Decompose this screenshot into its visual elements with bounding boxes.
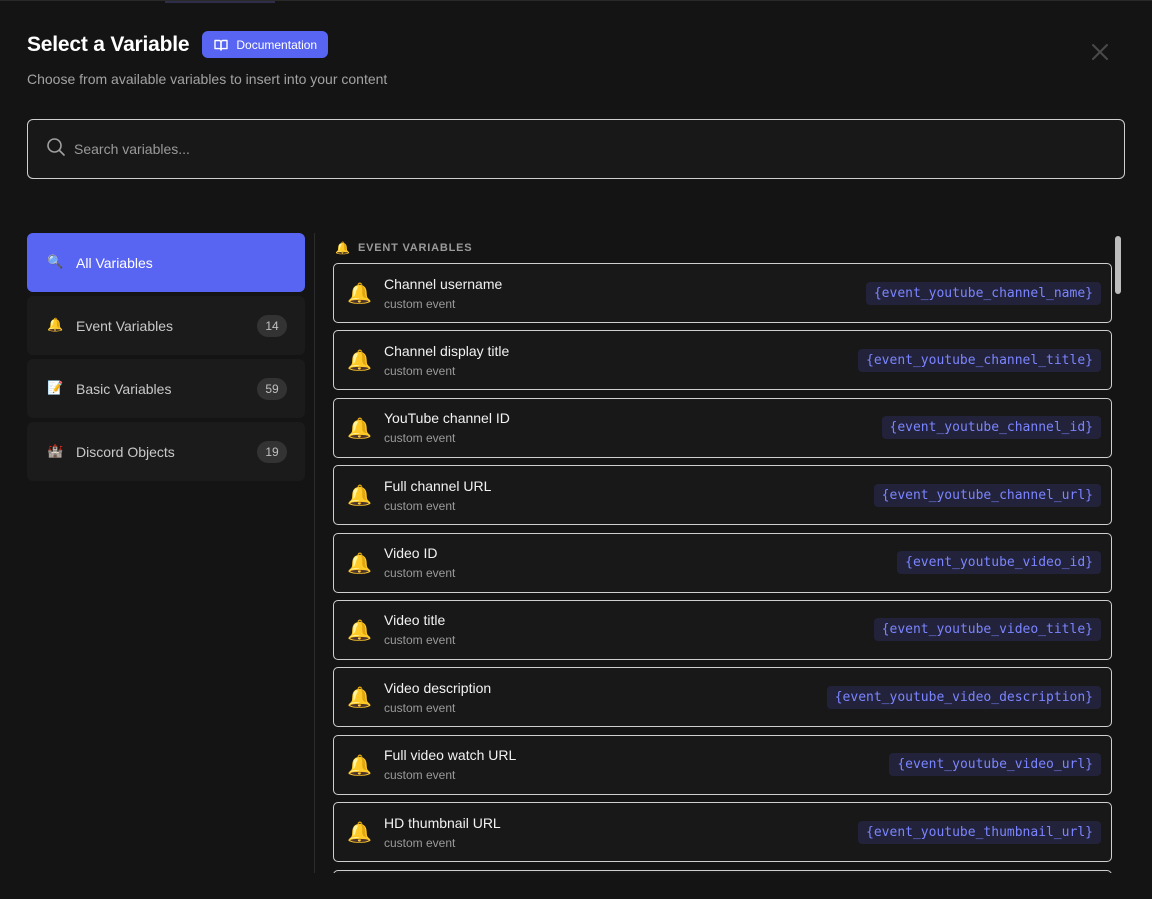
- bell-icon: 🔔: [347, 281, 372, 305]
- variable-item-youtube-channel-id[interactable]: 🔔 YouTube channel ID custom event {event…: [333, 397, 1112, 458]
- modal-subtitle: Choose from available variables to inser…: [27, 71, 388, 87]
- search-input[interactable]: [74, 141, 974, 157]
- sidebar-item-label: Event Variables: [76, 317, 174, 334]
- variable-code: {event_youtube_video_description}: [826, 685, 1101, 709]
- memo-icon: 📝: [47, 380, 64, 396]
- variable-code: {event_youtube_video_url}: [889, 753, 1101, 777]
- variable-code: {event_youtube_video_id}: [897, 551, 1101, 575]
- sidebar-item-event-variables[interactable]: 🔔 Event Variables 14: [27, 296, 305, 355]
- variable-source: custom event: [384, 768, 456, 783]
- panel-divider: [314, 233, 315, 873]
- bell-icon: 🔔: [347, 685, 372, 710]
- bell-icon: 🔔: [347, 483, 372, 508]
- sidebar-item-discord-objects[interactable]: 🏰 Discord Objects 19: [27, 422, 305, 481]
- variable-code: {event_youtube_video_title}: [873, 618, 1101, 642]
- variable-name: Full channel URL: [384, 477, 492, 494]
- magnifier-icon: 🔍: [47, 254, 64, 270]
- variable-name: Video title: [384, 612, 446, 629]
- bell-icon: 🔔: [347, 550, 372, 575]
- count-badge: 19: [257, 440, 287, 463]
- variable-source: custom event: [384, 363, 456, 378]
- variable-text: Channel display title custom event: [384, 343, 858, 378]
- variable-code: {event_youtube_channel_title}: [858, 348, 1101, 372]
- category-sidebar: 🔍 All Variables 🔔 Event Variables 14 📝 B…: [27, 233, 305, 485]
- sidebar-item-label: Discord Objects: [76, 443, 175, 460]
- variable-item-partial[interactable]: [333, 869, 1112, 873]
- bell-icon: 🔔: [47, 317, 64, 333]
- variable-text: Channel username custom event: [384, 276, 866, 311]
- modal-title: Select a Variable: [27, 32, 190, 56]
- documentation-button[interactable]: Documentation: [202, 31, 329, 58]
- close-icon: [1089, 44, 1111, 67]
- variable-source: custom event: [384, 633, 456, 648]
- variable-code: {event_youtube_channel_id}: [881, 416, 1101, 440]
- documentation-button-label: Documentation: [236, 37, 318, 52]
- variable-source: custom event: [384, 296, 456, 311]
- variable-text: Full channel URL custom event: [384, 478, 874, 513]
- variable-source: custom event: [384, 835, 456, 850]
- variable-item-full-video-watch-url[interactable]: 🔔 Full video watch URL custom event {eve…: [333, 734, 1112, 795]
- sidebar-item-all-variables[interactable]: 🔍 All Variables: [27, 233, 305, 292]
- close-button[interactable]: [1089, 41, 1111, 63]
- variable-text: Full video watch URL custom event: [384, 747, 889, 782]
- bell-icon: 🔔: [347, 752, 372, 777]
- variable-code: {event_youtube_channel_name}: [865, 281, 1101, 305]
- bell-icon: 🔔: [347, 348, 372, 373]
- variable-name: HD thumbnail URL: [384, 814, 501, 831]
- variable-name: Video description: [384, 679, 492, 696]
- variable-item-hd-thumbnail-url[interactable]: 🔔 HD thumbnail URL custom event {event_y…: [333, 802, 1112, 863]
- variable-name: Channel username: [384, 275, 503, 292]
- search-box: [27, 119, 1125, 179]
- sidebar-item-label: Basic Variables: [76, 380, 172, 397]
- variable-source: custom event: [384, 431, 456, 446]
- variable-source: custom event: [384, 566, 456, 581]
- variable-code: {event_youtube_channel_url}: [873, 483, 1101, 507]
- count-badge: 59: [257, 377, 287, 400]
- sidebar-item-label: All Variables: [76, 254, 153, 271]
- variable-text: Video ID custom event: [384, 545, 897, 580]
- variable-item-video-description[interactable]: 🔔 Video description custom event {event_…: [333, 667, 1112, 728]
- variable-list-panel: 🔔 EVENT VARIABLES 🔔 Channel username cus…: [333, 233, 1112, 873]
- variable-name: Channel display title: [384, 342, 510, 359]
- variable-item-channel-display-title[interactable]: 🔔 Channel display title custom event {ev…: [333, 330, 1112, 391]
- section-title: EVENT VARIABLES: [357, 242, 473, 254]
- bell-icon: 🔔: [347, 820, 372, 845]
- variable-item-channel-username[interactable]: 🔔 Channel username custom event {event_y…: [333, 263, 1112, 323]
- list-scrollbar[interactable]: [1115, 236, 1121, 294]
- modal-header: Select a Variable Documentation Choose f…: [27, 31, 1125, 91]
- variable-name: Full video watch URL: [384, 747, 517, 764]
- variable-source: custom event: [384, 498, 456, 513]
- variable-item-full-channel-url[interactable]: 🔔 Full channel URL custom event {event_y…: [333, 465, 1112, 526]
- top-accent-bar: [165, 1, 275, 3]
- variable-text: HD thumbnail URL custom event: [384, 815, 858, 850]
- bell-icon: 🔔: [347, 415, 372, 440]
- variable-code: {event_youtube_thumbnail_url}: [858, 820, 1101, 844]
- search-icon: [46, 137, 66, 162]
- bell-icon: 🔔: [335, 241, 350, 255]
- variable-name: YouTube channel ID: [384, 410, 510, 427]
- count-badge: 14: [257, 314, 287, 337]
- variable-item-video-id[interactable]: 🔔 Video ID custom event {event_youtube_v…: [333, 532, 1112, 593]
- variable-picker-modal: Select a Variable Documentation Choose f…: [0, 0, 1152, 899]
- variable-source: custom event: [384, 700, 456, 715]
- variable-text: Video title custom event: [384, 612, 874, 647]
- castle-icon: 🏰: [47, 443, 64, 459]
- book-icon: [214, 39, 229, 51]
- variable-name: Video ID: [384, 545, 438, 562]
- sidebar-item-basic-variables[interactable]: 📝 Basic Variables 59: [27, 359, 305, 418]
- title-row: Select a Variable Documentation: [27, 31, 1125, 58]
- variable-text: Video description custom event: [384, 680, 827, 715]
- variable-text: YouTube channel ID custom event: [384, 410, 882, 445]
- variable-item-video-title[interactable]: 🔔 Video title custom event {event_youtub…: [333, 599, 1112, 660]
- section-header: 🔔 EVENT VARIABLES: [333, 233, 1112, 263]
- bell-icon: 🔔: [347, 617, 372, 642]
